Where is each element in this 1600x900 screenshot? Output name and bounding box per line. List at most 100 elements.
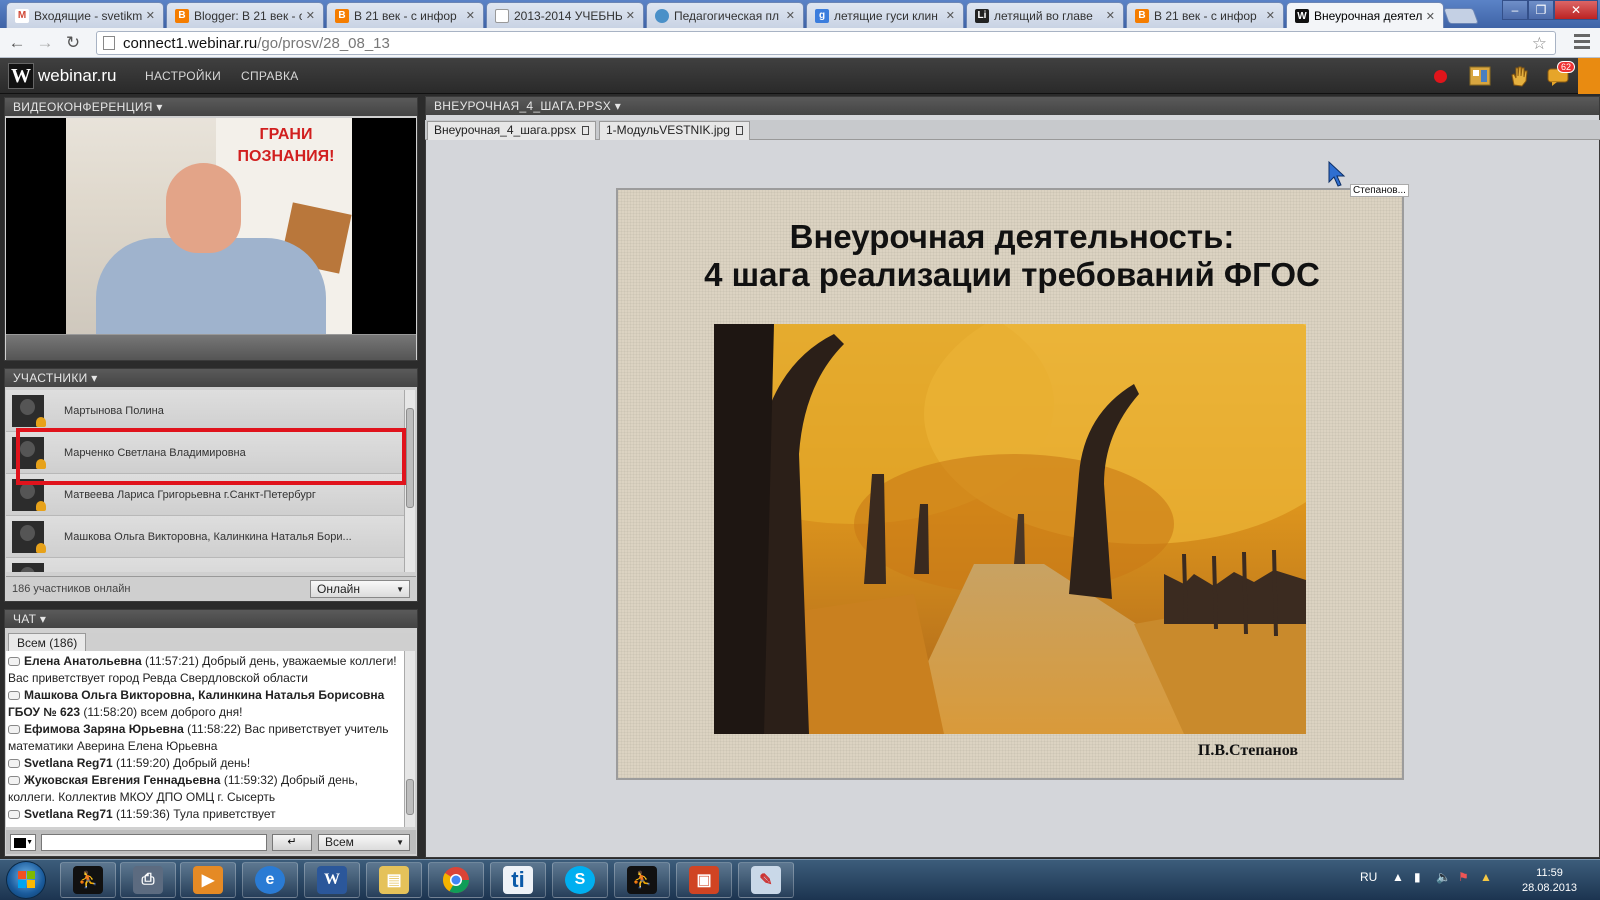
- message-icon: [8, 657, 20, 666]
- message-input[interactable]: [41, 834, 267, 851]
- webinar-app-button[interactable]: ⛹: [60, 862, 116, 898]
- record-icon[interactable]: [1428, 64, 1452, 88]
- panel-title[interactable]: УЧАСТНИКИ ▾: [5, 369, 417, 387]
- status-dropdown[interactable]: Онлайн ▼: [310, 580, 410, 598]
- ti-app-button[interactable]: ti: [490, 862, 546, 898]
- speaker-head: [166, 163, 241, 253]
- menu-help[interactable]: СПРАВКА: [241, 69, 299, 83]
- skype-button[interactable]: S: [552, 862, 608, 898]
- tab-title: Blogger: В 21 век - с: [194, 8, 302, 23]
- forward-arrow-icon[interactable]: →: [34, 32, 56, 54]
- list-item[interactable]: Машкова Ольга Викторовна, Калинкина Ната…: [6, 516, 404, 558]
- video-stream[interactable]: ГРАНИ ПОЗНАНИЯ!: [6, 118, 416, 334]
- page-icon: [103, 36, 115, 50]
- tab-title: Педагогическая пл: [674, 8, 780, 23]
- side-handle[interactable]: [1578, 58, 1600, 94]
- maximize-button[interactable]: ❐: [1528, 0, 1554, 20]
- close-tab-icon[interactable]: ✕: [146, 9, 155, 22]
- chevron-down-icon: ▼: [396, 585, 404, 594]
- message-time: (11:59:32): [220, 773, 281, 787]
- reload-icon[interactable]: ↻: [62, 32, 84, 54]
- liveinternet-icon: Li: [975, 8, 989, 23]
- browser-tab[interactable]: g летящие гуси клин ✕: [806, 2, 964, 28]
- send-button[interactable]: ↵: [272, 834, 312, 851]
- volume-icon[interactable]: 🔈: [1436, 870, 1451, 884]
- chrome-button[interactable]: [428, 862, 484, 898]
- message-time: (11:58:22): [183, 722, 245, 736]
- browser-tab[interactable]: M Входящие - svetikm ✕: [6, 2, 164, 28]
- close-tab-icon[interactable]: ✕: [1266, 9, 1275, 22]
- explorer-button[interactable]: ▤: [366, 862, 422, 898]
- tab-title: летящие гуси клин: [834, 8, 938, 23]
- webinar-app-button-2[interactable]: ⛹: [614, 862, 670, 898]
- browser-tab[interactable]: B В 21 век - с инфор ✕: [326, 2, 484, 28]
- highlight-box: [16, 428, 406, 485]
- minimize-button[interactable]: –: [1502, 0, 1528, 20]
- panel-title[interactable]: ВИДЕОКОНФЕРЕНЦИЯ ▾: [5, 98, 417, 116]
- globe-icon: [655, 8, 669, 23]
- network-icon[interactable]: ▮: [1414, 870, 1421, 884]
- powerpoint-icon: ▣: [689, 866, 719, 894]
- start-button[interactable]: [6, 861, 46, 899]
- scanner-app-button[interactable]: ⎙: [120, 862, 176, 898]
- internet-explorer-button[interactable]: e: [242, 862, 298, 898]
- browser-tab-strip: M Входящие - svetikm ✕ B Blogger: В 21 в…: [0, 0, 1600, 29]
- speaker-video: ГРАНИ ПОЗНАНИЯ!: [66, 118, 352, 334]
- chat-scrollbar[interactable]: [404, 651, 415, 827]
- flag-icon[interactable]: ⚑: [1458, 870, 1469, 884]
- participant-name: Матвеева Лариса Григорьевна г.Санкт-Пете…: [64, 488, 316, 501]
- scrollbar-thumb[interactable]: [406, 408, 414, 508]
- text-color-picker[interactable]: ▼: [10, 834, 36, 851]
- close-tab-icon[interactable]: ✕: [626, 9, 635, 22]
- tab-image[interactable]: 1-МодульVESTNIK.jpg: [599, 121, 750, 140]
- browser-tab[interactable]: B Blogger: В 21 век - с ✕: [166, 2, 324, 28]
- browser-tab-active[interactable]: W Внеурочная деятел ✕: [1286, 2, 1444, 29]
- message-icon: [8, 691, 20, 700]
- webinar-icon: ⛹: [73, 866, 103, 894]
- browser-tab[interactable]: Педагогическая пл ✕: [646, 2, 804, 28]
- drive-icon[interactable]: ▲: [1480, 870, 1492, 884]
- new-tab-button[interactable]: [1443, 8, 1479, 24]
- panel-title[interactable]: ЧАТ ▾: [5, 610, 417, 628]
- close-tab-icon[interactable]: ✕: [946, 9, 955, 22]
- panel-title[interactable]: ВНЕУРОЧНАЯ_4_ШАГА.PPSX ▾: [426, 97, 1599, 115]
- tab-all[interactable]: Всем (186): [8, 633, 87, 651]
- media-player-button[interactable]: ▶: [180, 862, 236, 898]
- raise-hand-icon[interactable]: [1506, 64, 1530, 88]
- powerpoint-button[interactable]: ▣: [676, 862, 732, 898]
- recipient-dropdown[interactable]: Всем ▼: [318, 834, 410, 851]
- video-controls[interactable]: [6, 334, 416, 360]
- close-tab-icon[interactable]: ✕: [306, 9, 315, 22]
- list-item[interactable]: [6, 558, 404, 572]
- banner-text: ГРАНИ ПОЗНАНИЯ!: [237, 126, 335, 165]
- close-tab-icon[interactable]: ✕: [1106, 9, 1115, 22]
- browser-tab[interactable]: B В 21 век - с инфор ✕: [1126, 2, 1284, 28]
- browser-tab[interactable]: 2013-2014 УЧЕБНЫ ✕: [486, 2, 644, 28]
- list-item[interactable]: Мартынова Полина: [6, 390, 404, 432]
- browser-tab[interactable]: Li летящий во главе ✕: [966, 2, 1124, 28]
- chat-notifications-icon[interactable]: 62: [1546, 61, 1575, 88]
- language-indicator[interactable]: RU: [1360, 870, 1377, 884]
- paint-button[interactable]: ✎: [738, 862, 794, 898]
- webinar-logo[interactable]: W webinar.ru: [8, 63, 116, 89]
- chat-message: Svetlana Reg71 (11:59:36) Тула приветств…: [8, 806, 402, 823]
- clock[interactable]: 11:59 28.08.2013: [1522, 866, 1577, 896]
- tab-presentation[interactable]: Внеурочная_4_шага.ppsx: [427, 121, 596, 140]
- close-tab-icon[interactable]: ✕: [786, 9, 795, 22]
- scrollbar-thumb[interactable]: [406, 779, 414, 815]
- menu-settings[interactable]: НАСТРОЙКИ: [145, 69, 221, 83]
- back-arrow-icon[interactable]: ←: [6, 32, 28, 54]
- close-tab-icon[interactable]: ✕: [466, 9, 475, 22]
- message-icon: [8, 810, 20, 819]
- chat-message: Жуковская Евгения Геннадьевна (11:59:32)…: [8, 772, 402, 806]
- chrome-menu-icon[interactable]: [1574, 34, 1590, 50]
- close-window-button[interactable]: ✕: [1554, 0, 1598, 20]
- layout-icon[interactable]: [1468, 64, 1492, 88]
- message-text: всем доброго дня!: [140, 705, 243, 719]
- bookmark-star-icon[interactable]: ☆: [1532, 34, 1547, 54]
- word-button[interactable]: W: [304, 862, 360, 898]
- logo-mark: W: [8, 63, 34, 89]
- tray-expand-icon[interactable]: ▲: [1392, 870, 1404, 884]
- close-tab-icon[interactable]: ✕: [1426, 10, 1435, 23]
- address-bar[interactable]: connect1.webinar.ru/go/prosv/28_08_13 ☆: [96, 31, 1556, 55]
